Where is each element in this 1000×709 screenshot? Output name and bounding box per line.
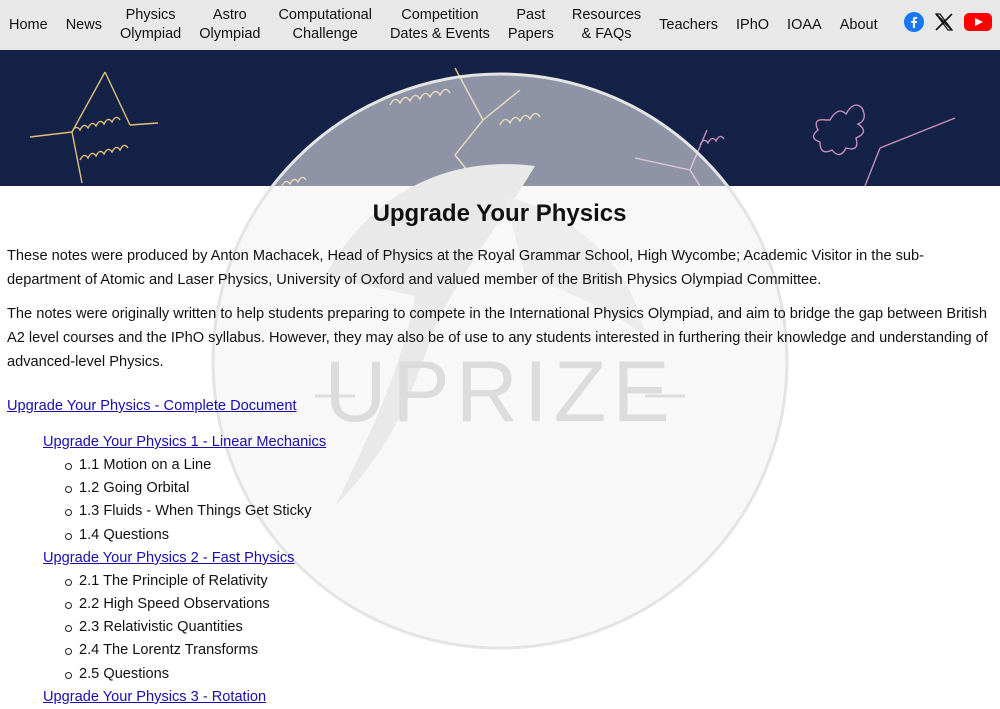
nav-label-line2: Olympiad — [119, 26, 182, 42]
list-item: 1.2 Going Orbital — [65, 477, 992, 500]
nav-label-line1: Physics — [125, 7, 176, 23]
nav-past-papers[interactable]: Past Papers — [499, 6, 563, 44]
intro-paragraph-1: These notes were produced by Anton Macha… — [7, 248, 925, 288]
nav-label-line2: Challenge — [292, 26, 358, 42]
nav-about-label: About — [839, 16, 878, 33]
nav-teachers-label: Teachers — [659, 16, 718, 33]
page-title: Upgrade Your Physics — [372, 200, 627, 227]
sections-list: Upgrade Your Physics 1 - Linear Mechanic… — [7, 431, 992, 709]
nav-computational-challenge[interactable]: Computational Challenge — [269, 6, 381, 44]
intro-paragraph-2: The notes were originally written to hel… — [7, 306, 988, 370]
top-nav: Home News Physics Olympiad Astro Olympiad … — [0, 0, 1000, 50]
nav-ipho[interactable]: IPhO — [727, 16, 778, 35]
nav-teachers[interactable]: Teachers — [650, 16, 727, 35]
nav-home[interactable]: Home — [0, 16, 57, 35]
facebook-icon[interactable] — [904, 12, 924, 32]
nav-label-line1: Resources — [571, 7, 642, 23]
x-icon[interactable] — [934, 12, 954, 32]
section-1-link[interactable]: Upgrade Your Physics 1 - Linear Mechanic… — [43, 431, 992, 454]
list-item: 1.4 Questions — [65, 524, 992, 547]
feynman-diagram-art — [29, 67, 956, 186]
complete-document-link[interactable]: Upgrade Your Physics - Complete Document — [7, 398, 297, 414]
nav-label-line2: & FAQs — [581, 26, 632, 42]
nav-news[interactable]: News — [57, 16, 111, 35]
section-3-link[interactable]: Upgrade Your Physics 3 - Rotation — [43, 686, 992, 709]
nav-ioaa[interactable]: IOAA — [778, 16, 831, 35]
nav-label-line2: Dates & Events — [389, 26, 490, 42]
nav-label-line2: Olympiad — [199, 26, 261, 42]
social-links — [904, 12, 992, 32]
section-1-items: 1.1 Motion on a Line 1.2 Going Orbital 1… — [43, 454, 992, 547]
nav-label-line1: Astro — [212, 7, 247, 23]
nav-competition-dates[interactable]: Competition Dates & Events — [381, 6, 499, 44]
nav-about[interactable]: About — [831, 16, 887, 35]
nav-ioaa-label: IOAA — [787, 16, 822, 33]
nav-label-line1: Past — [516, 7, 546, 23]
hero-banner — [0, 50, 1000, 186]
main-content: Upgrade Your Physics These notes were pr… — [7, 186, 992, 709]
list-item: 2.4 The Lorentz Transforms — [65, 639, 992, 662]
nav-physics-olympiad[interactable]: Physics Olympiad — [111, 6, 190, 44]
list-item: 2.5 Questions — [65, 663, 992, 686]
youtube-icon[interactable] — [964, 12, 992, 32]
list-item: 2.1 The Principle of Relativity — [65, 570, 992, 593]
nav-resources-faqs[interactable]: Resources & FAQs — [563, 6, 650, 44]
nav-label-line1: Computational — [278, 7, 372, 23]
section-2-link[interactable]: Upgrade Your Physics 2 - Fast Physics — [43, 547, 992, 570]
nav-label-line1: Competition — [401, 7, 479, 23]
list-item: 1.1 Motion on a Line — [65, 454, 992, 477]
list-item: 1.3 Fluids - When Things Get Sticky — [65, 500, 992, 523]
list-item: 2.2 High Speed Observations — [65, 593, 992, 616]
nav-label-line2: Papers — [507, 26, 554, 42]
list-item: 2.3 Relativistic Quantities — [65, 616, 992, 639]
nav-news-label: News — [65, 16, 102, 33]
nav-ipho-label: IPhO — [736, 16, 770, 33]
section-2-items: 2.1 The Principle of Relativity 2.2 High… — [43, 570, 992, 686]
nav-home-label: Home — [9, 16, 48, 33]
nav-astro-olympiad[interactable]: Astro Olympiad — [190, 6, 269, 44]
